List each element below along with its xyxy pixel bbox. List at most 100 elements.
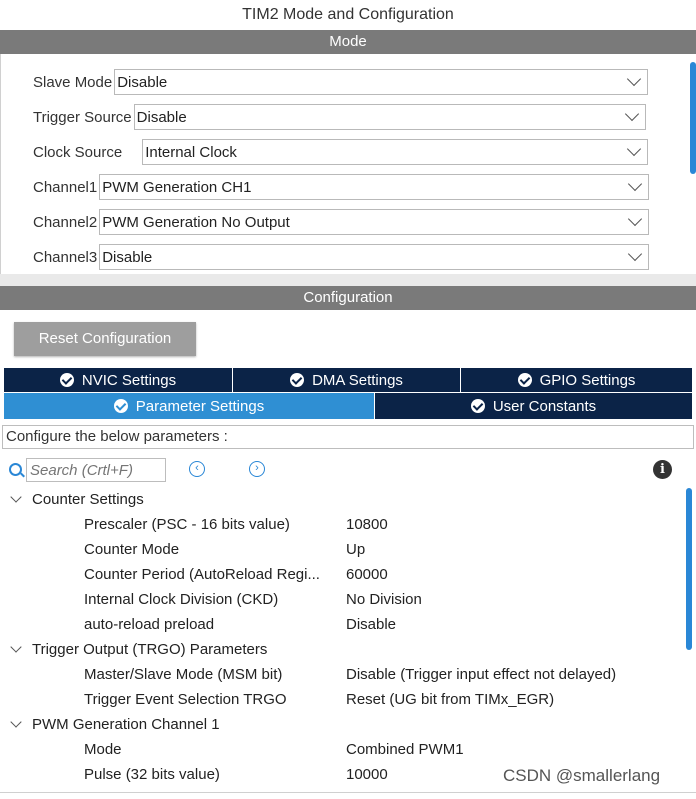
parameter-value: 10800 [346, 516, 388, 533]
parameter-row[interactable]: Master/Slave Mode (MSM bit) Disable (Tri… [0, 662, 680, 687]
search-input[interactable] [26, 458, 166, 482]
parameter-value: Up [346, 541, 366, 558]
parameter-row[interactable]: Counter Mode Up [0, 537, 680, 562]
clock-source-label: Clock Source [33, 143, 123, 161]
group-label: Counter Settings [32, 491, 144, 508]
settings-tabs-row2: Parameter Settings User Constants [4, 393, 692, 419]
channel1-label: Channel1 [33, 178, 98, 196]
parameter-name: Internal Clock Division (CKD) [84, 591, 279, 608]
check-circle-icon [517, 373, 532, 387]
parameters-description: Configure the below parameters : [2, 425, 694, 449]
watermark: CSDN @smallerlang [503, 766, 661, 785]
channel1-value: PWM Generation CH1 [102, 178, 252, 196]
trigger-source-row: Trigger Source Disable [33, 103, 646, 131]
tab-user-constants[interactable]: User Constants [375, 393, 692, 419]
check-circle-icon [113, 399, 128, 413]
parameter-name: auto-reload preload [84, 616, 215, 633]
channel1-row: Channel1 PWM Generation CH1 [33, 173, 650, 201]
parameter-value: 10000 [346, 766, 388, 783]
tab-user-constants-label: User Constants [492, 397, 597, 415]
slave-mode-value: Disable [117, 73, 168, 91]
chevron-down-icon [628, 176, 643, 192]
channel2-label: Channel2 [33, 213, 98, 231]
chevron-down-icon [10, 491, 22, 503]
tab-parameter-settings[interactable]: Parameter Settings [4, 393, 375, 419]
settings-tabs-row1: NVIC Settings DMA Settings GPIO Settings [4, 368, 692, 392]
slave-mode-label: Slave Mode [33, 73, 113, 91]
parameter-value: 60000 [346, 566, 388, 583]
parameter-row[interactable]: Internal Clock Division (CKD) No Divisio… [0, 587, 680, 612]
chevron-down-icon [628, 246, 643, 262]
chevron-down-icon [10, 716, 22, 728]
tab-parameter-settings-label: Parameter Settings [135, 397, 265, 415]
mode-scrollbar[interactable] [690, 62, 696, 174]
mode-divider [0, 274, 696, 286]
bottom-divider [0, 792, 696, 793]
tab-gpio-settings-label: GPIO Settings [539, 371, 636, 389]
mode-panel: Slave Mode Disable Trigger Source Disabl… [0, 54, 696, 274]
channel2-row: Channel2 PWM Generation No Output [33, 208, 650, 236]
chevron-down-icon [10, 641, 22, 653]
check-circle-icon [470, 399, 485, 413]
chevron-down-icon [627, 141, 642, 157]
window-title: TIM2 Mode and Configuration [242, 6, 454, 23]
parameter-value: Reset (UG bit from TIMx_EGR) [346, 691, 555, 708]
parameter-scrollbar[interactable] [686, 488, 692, 650]
group-counter-settings[interactable]: Counter Settings [0, 487, 680, 512]
parameter-value: Combined PWM1 [346, 741, 464, 758]
chevron-down-icon [624, 106, 639, 122]
group-trigger-output[interactable]: Trigger Output (TRGO) Parameters [0, 637, 680, 662]
group-label: PWM Generation Channel 1 [32, 716, 220, 733]
parameter-row[interactable]: Prescaler (PSC - 16 bits value) 10800 [0, 512, 680, 537]
trigger-source-label: Trigger Source [33, 108, 132, 126]
parameter-name: Counter Mode [84, 541, 180, 558]
chevron-left-circle-icon[interactable]: ‹ [189, 461, 205, 477]
channel3-select[interactable]: Disable [99, 244, 650, 270]
parameter-name: Pulse (32 bits value) [84, 766, 220, 783]
parameter-row[interactable]: Mode Combined PWM1 [0, 737, 680, 762]
clock-source-select[interactable]: Internal Clock [142, 139, 649, 165]
parameter-name: Master/Slave Mode (MSM bit) [84, 666, 283, 683]
parameter-row[interactable]: auto-reload preload Disable [0, 612, 680, 637]
parameter-value: Disable [346, 616, 397, 633]
channel2-value: PWM Generation No Output [102, 213, 290, 231]
check-circle-icon [59, 373, 74, 387]
channel2-select[interactable]: PWM Generation No Output [99, 209, 650, 235]
parameter-name: Trigger Event Selection TRGO [84, 691, 287, 708]
search-toolbar: ‹ › i [0, 456, 696, 484]
clock-source-row: Clock Source Internal Clock [33, 138, 649, 166]
trigger-source-value: Disable [136, 108, 187, 126]
chevron-right-circle-icon[interactable]: › [249, 461, 265, 477]
channel3-value: Disable [102, 248, 153, 266]
slave-mode-select[interactable]: Disable [114, 69, 649, 95]
channel3-row: Channel3 Disable [33, 243, 650, 271]
tab-dma-settings-label: DMA Settings [312, 371, 403, 389]
parameter-name: Mode [84, 741, 122, 758]
parameter-value: Disable (Trigger input effect not delaye… [346, 666, 617, 683]
parameter-value: No Division [346, 591, 422, 608]
parameter-row[interactable]: Counter Period (AutoReload Regi... 60000 [0, 562, 680, 587]
parameter-name: Counter Period (AutoReload Regi... [84, 566, 320, 583]
parameter-name: Prescaler (PSC - 16 bits value) [84, 516, 290, 533]
parameter-row[interactable]: Trigger Event Selection TRGO Reset (UG b… [0, 687, 680, 712]
mode-section-header: Mode [0, 30, 696, 54]
tab-dma-settings[interactable]: DMA Settings [233, 368, 461, 392]
slave-mode-row: Slave Mode Disable [33, 68, 649, 96]
tab-nvic-settings[interactable]: NVIC Settings [4, 368, 233, 392]
reset-configuration-button[interactable]: Reset Configuration [14, 322, 196, 356]
chevron-down-icon [627, 71, 642, 87]
channel3-label: Channel3 [33, 248, 98, 266]
group-pwm-channel1[interactable]: PWM Generation Channel 1 [0, 712, 680, 737]
clock-source-value: Internal Clock [145, 143, 237, 161]
tab-gpio-settings[interactable]: GPIO Settings [461, 368, 692, 392]
tab-nvic-settings-label: NVIC Settings [81, 371, 177, 389]
group-label: Trigger Output (TRGO) Parameters [32, 641, 268, 658]
search-icon [9, 463, 22, 476]
trigger-source-select[interactable]: Disable [133, 104, 646, 130]
check-circle-icon [290, 373, 305, 387]
chevron-down-icon [628, 211, 643, 227]
configuration-section-header: Configuration [0, 286, 696, 310]
channel1-select[interactable]: PWM Generation CH1 [99, 174, 650, 200]
parameter-tree: Counter Settings Prescaler (PSC - 16 bit… [0, 487, 680, 787]
info-icon[interactable]: i [653, 460, 672, 479]
